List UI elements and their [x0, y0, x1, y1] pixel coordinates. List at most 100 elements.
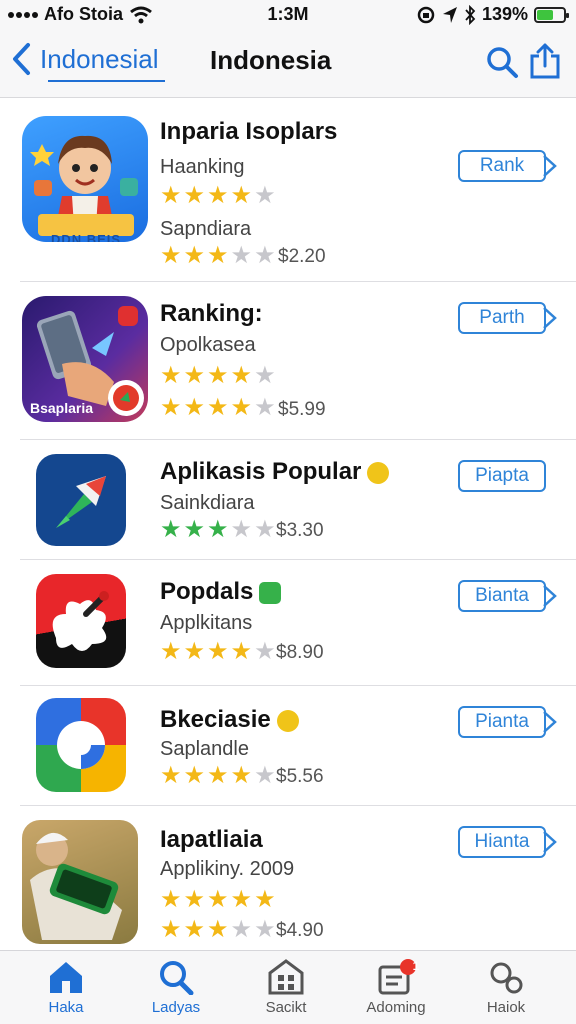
- app-icon-caption: DDN BEIS: [50, 232, 122, 242]
- rating-stars: ★ ★ ★ ★ ★: [160, 184, 276, 208]
- tab-label: Adoming: [366, 999, 426, 1016]
- battery-icon: [534, 6, 569, 23]
- tab-search[interactable]: Ladyas: [126, 959, 226, 1016]
- splash-app-icon[interactable]: [36, 574, 126, 668]
- profile-icon: [490, 962, 523, 994]
- app-name: Aplikasis Popular: [160, 458, 390, 486]
- list-item[interactable]: Aplikasis Popular Sainkdiara ★ ★ ★ ★ ★ $3.30…: [0, 440, 576, 560]
- cartoon-boy-app-icon[interactable]: DDN BEIS: [22, 116, 148, 242]
- share-icon[interactable]: [528, 42, 562, 80]
- search-icon: [160, 961, 194, 995]
- star-icon: ★: [254, 182, 276, 209]
- piapta-button[interactable]: Piapta: [458, 460, 546, 492]
- star-icon: ★: [230, 182, 253, 209]
- tab-home[interactable]: Haka: [16, 959, 116, 1016]
- rating-stars: ★ ★ ★ ★ ★: [160, 518, 276, 542]
- app-subtitle: Saplandle: [160, 738, 249, 760]
- home-icon: [50, 962, 82, 993]
- battery-percent: 139%: [481, 4, 528, 24]
- app-name-text: Aplikasis Popular: [160, 458, 362, 485]
- app-name-text: Popdals: [160, 578, 254, 605]
- star-icon: ★: [160, 362, 182, 389]
- star-icon: ★: [183, 762, 206, 789]
- list-item[interactable]: Popdals Applkitans ★ ★ ★ ★ ★ $8.90 Bianta: [0, 560, 576, 686]
- list-item[interactable]: Bkeciasie Saplandle ★ ★ ★ ★ ★ $5.56 Pianta: [0, 686, 576, 806]
- star-icon: ★: [160, 242, 182, 269]
- star-icon: ★: [183, 516, 206, 543]
- chevron-right-icon: [543, 831, 557, 853]
- rating-stars: ★ ★ ★ ★ ★: [160, 364, 276, 388]
- list-item[interactable]: Iapatliaia Applikiny. 2009 ★ ★ ★ ★ ★ ★ ★ ★ ★ ★ $…: [0, 806, 576, 956]
- search-icon[interactable]: [484, 44, 520, 80]
- rank-button[interactable]: Rank: [458, 150, 546, 182]
- rating-stars: ★ ★ ★ ★ ★: [160, 640, 276, 664]
- star-icon: ★: [207, 638, 229, 665]
- star-icon: ★: [230, 242, 253, 269]
- star-icon: ★: [230, 762, 253, 789]
- star-icon: ★: [160, 394, 182, 421]
- bluetooth-icon: [465, 4, 476, 25]
- bianta-button[interactable]: Bianta: [458, 580, 546, 612]
- parth-button[interactable]: Parth: [458, 302, 546, 334]
- location-icon: [442, 6, 457, 23]
- star-icon: ★: [207, 182, 229, 209]
- tab-store[interactable]: Sacikt: [236, 959, 336, 1016]
- app-name: Iapatliaia: [160, 826, 263, 853]
- colorful-ring-app-icon[interactable]: [36, 698, 126, 792]
- photo-phone-app-icon[interactable]: [22, 820, 138, 944]
- back-button[interactable]: Indonesial: [10, 42, 165, 82]
- star-icon: ★: [207, 886, 229, 913]
- app-name: Popdals: [160, 578, 282, 606]
- verified-badge-icon: [276, 709, 299, 732]
- chevron-right-icon: [543, 155, 557, 177]
- chevron-right-icon: [543, 307, 557, 329]
- tab-label: Haiok: [486, 999, 526, 1016]
- hianta-button[interactable]: Hianta: [458, 826, 546, 858]
- pianta-button[interactable]: Pianta: [458, 706, 546, 738]
- navigation-bar: Indonesial Indonesia: [0, 30, 576, 98]
- arrow-app-icon[interactable]: [36, 454, 126, 546]
- app-name: Ranking:: [160, 300, 263, 327]
- store-icon: [268, 959, 304, 995]
- list-item[interactable]: Bsaplaria Ranking: Opolkasea ★ ★ ★ ★ ★ ★ ★ ★ ★ ★…: [0, 282, 576, 440]
- back-label: Indonesial: [40, 43, 159, 74]
- star-icon: ★: [160, 638, 182, 665]
- star-icon: ★: [160, 182, 182, 209]
- app-subtitle: Sainkdiara: [160, 492, 255, 514]
- star-icon: ★: [183, 362, 206, 389]
- app-subtitle: Applikiny. 2009: [160, 858, 295, 880]
- star-icon: ★: [254, 394, 276, 421]
- star-icon: ★: [160, 762, 182, 789]
- tab-updates[interactable]: 1 Adoming: [346, 959, 446, 1016]
- notification-badge: 1: [412, 959, 420, 973]
- star-icon: ★: [230, 638, 253, 665]
- star-icon: ★: [230, 916, 253, 943]
- star-icon: ★: [207, 242, 229, 269]
- tab-profile[interactable]: Haiok: [456, 959, 556, 1016]
- star-icon: ★: [254, 362, 276, 389]
- app-price: $5.56: [276, 766, 324, 787]
- rating-stars-secondary: ★ ★ ★ ★ ★: [160, 918, 276, 942]
- star-icon: ★: [254, 638, 276, 665]
- app-name-text: Bkeciasie: [160, 706, 271, 733]
- rating-stars-secondary: ★ ★ ★ ★ ★: [160, 396, 276, 420]
- tab-bar: Haka Ladyas Sacikt 1 Adoming Haiok: [0, 950, 576, 1024]
- rating-stars: ★ ★ ★ ★ ★: [160, 888, 276, 912]
- app-name: Inparia Isoplars: [160, 118, 338, 145]
- phone-hand-app-icon[interactable]: Bsaplaria: [22, 296, 148, 422]
- verified-badge-icon: [259, 581, 282, 604]
- star-icon: ★: [183, 638, 206, 665]
- app-name: Bkeciasie: [160, 706, 299, 734]
- page-title: Indonesia: [210, 45, 332, 75]
- list-item[interactable]: DDN BEIS Inparia Isoplars Haanking ★ ★ ★ ★ ★…: [0, 98, 576, 282]
- chevron-right-icon: [543, 711, 557, 733]
- star-icon: ★: [160, 516, 182, 543]
- back-underline: [48, 80, 165, 82]
- verified-badge-icon: [367, 461, 390, 484]
- star-icon: ★: [207, 916, 229, 943]
- battery-fill: [537, 9, 553, 20]
- star-icon: ★: [207, 762, 229, 789]
- app-category: Sapndiara: [160, 218, 252, 240]
- tab-label: Ladyas: [151, 999, 201, 1016]
- rating-stars-secondary: ★ ★ ★ ★ ★: [160, 244, 276, 268]
